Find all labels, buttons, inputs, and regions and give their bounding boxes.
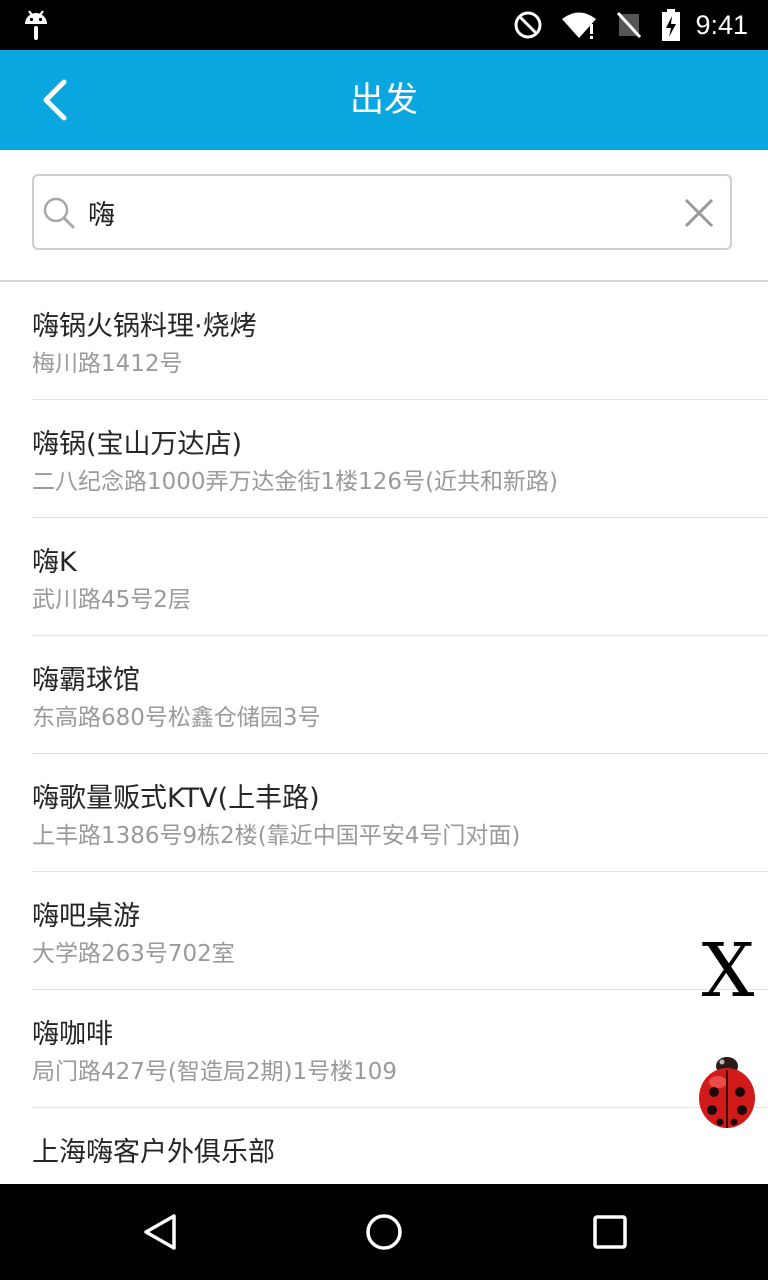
battery-charging-icon [661,9,681,41]
place-name: 嗨霸球馆 [32,665,140,696]
list-item[interactable]: 嗨歌量贩式KTV(上丰路) 上丰路1386号9栋2楼(靠近中国平安4号门对面) [32,754,768,872]
ladybug-icon[interactable] [696,1052,758,1136]
list-item[interactable]: 嗨锅(宝山万达店) 二八纪念路1000弄万达金街1楼126号(近共和新路) [32,400,768,518]
list-item[interactable]: 嗨K 武川路45号2层 [32,518,768,636]
place-name: 嗨歌量贩式KTV(上丰路) [32,783,320,814]
place-address: 东高路680号松鑫仓储园3号 [32,705,321,731]
no-signal-icon [615,10,643,40]
recents-square-icon[interactable] [590,1212,630,1256]
search-input[interactable] [88,186,648,238]
status-time: 9:41 [695,9,748,40]
place-name: 嗨K [32,547,77,578]
place-name: 嗨锅火锅料理·烧烤 [32,311,257,342]
search-box[interactable] [32,174,732,250]
place-name: 嗨咖啡 [32,1019,113,1050]
place-address: 上丰路1386号9栋2楼(靠近中国平安4号门对面) [32,823,521,849]
list-item[interactable]: 嗨锅火锅料理·烧烤 梅川路1412号 [32,282,768,400]
home-circle-icon[interactable] [364,1212,404,1256]
search-bar [0,150,768,282]
place-address: 局门路427号(智造局2期)1号楼109 [32,1059,398,1085]
place-name: 嗨锅(宝山万达店) [32,429,243,460]
place-name: 嗨吧桌游 [32,901,140,932]
navigation-bar [0,1184,768,1280]
results-list: 嗨锅火锅料理·烧烤 梅川路1412号 嗨锅(宝山万达店) 二八纪念路1000弄万… [0,282,768,1226]
overlay-close-button[interactable]: X [698,934,758,1008]
android-icon [22,8,50,46]
list-item[interactable]: 嗨咖啡 局门路427号(智造局2期)1号楼109 [32,990,768,1108]
list-item[interactable]: 嗨吧桌游 大学路263号702室 [32,872,768,990]
search-icon [42,196,76,234]
page-title: 出发 [350,80,418,120]
back-triangle-icon[interactable] [140,1212,180,1256]
close-icon [684,198,714,228]
do-not-disturb-icon [513,10,543,40]
list-item[interactable]: 嗨霸球馆 东高路680号松鑫仓储园3号 [32,636,768,754]
place-name: 上海嗨客户外俱乐部 [32,1137,275,1168]
place-address: 武川路45号2层 [32,587,191,613]
place-address: 大学路263号702室 [32,941,235,967]
status-bar: 9:41 [0,0,768,50]
wifi-icon [561,10,597,40]
place-address: 二八纪念路1000弄万达金街1楼126号(近共和新路) [32,469,559,495]
app-bar: 出发 [0,50,768,150]
place-address: 梅川路1412号 [32,351,183,377]
clear-search-button[interactable] [682,196,716,234]
